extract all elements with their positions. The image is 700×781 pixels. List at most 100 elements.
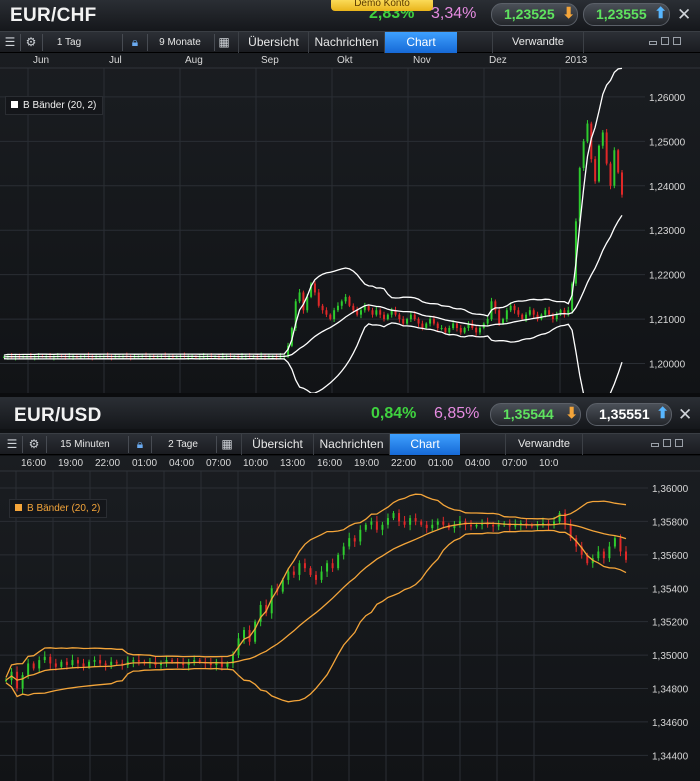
candle-body	[352, 305, 355, 311]
y-tick-label: 1,36000	[652, 484, 689, 495]
x-tick-label: 04:00	[465, 458, 490, 469]
close-icon[interactable]: ✕	[677, 5, 691, 25]
restore-icon[interactable]	[663, 439, 671, 447]
y-tick-label: 1,35800	[652, 517, 689, 528]
candle-body	[315, 574, 317, 580]
menu-icon[interactable]: ☰	[5, 437, 19, 451]
y-tick-label: 1,21000	[649, 315, 686, 326]
calendar-icon[interactable]: ▦	[220, 437, 234, 451]
candle-body	[49, 656, 52, 664]
related-button[interactable]: Verwandte	[492, 32, 584, 53]
candle-body	[442, 521, 445, 525]
calendar-icon[interactable]: ▦	[217, 35, 231, 49]
buy-price-button[interactable]: 1,23555 ⬆	[583, 3, 670, 26]
candle-body	[528, 310, 531, 315]
candle-body	[27, 663, 30, 676]
candle-body	[402, 319, 405, 324]
candle-body	[209, 663, 212, 666]
candle-body	[492, 524, 495, 527]
related-button[interactable]: Verwandte	[505, 434, 583, 455]
candle-body	[21, 675, 24, 689]
tab-chart[interactable]: Chart	[384, 32, 457, 53]
maximize-icon[interactable]	[673, 37, 681, 45]
sell-price-button[interactable]: 1,35544 ⬇	[490, 403, 581, 426]
gear-icon[interactable]: ⚙	[27, 437, 41, 451]
candle-body	[463, 328, 466, 333]
candle-body	[498, 310, 501, 324]
candle-body	[317, 292, 320, 306]
minimize-icon[interactable]	[651, 443, 659, 447]
candle-body	[137, 660, 140, 662]
candle-body	[586, 123, 589, 142]
minimize-icon[interactable]	[649, 41, 657, 45]
candle-body	[425, 524, 428, 529]
x-tick-label: 10:0	[539, 458, 559, 469]
tab-overview[interactable]: Übersicht	[238, 32, 308, 53]
interval-select[interactable]: 15 Minuten	[50, 434, 120, 455]
candle-body	[93, 660, 96, 662]
y-tick-label: 1,34400	[652, 751, 689, 762]
candle-body	[431, 524, 434, 529]
candle-body	[609, 163, 612, 186]
close-icon[interactable]: ✕	[678, 405, 692, 425]
candle-body	[413, 314, 416, 320]
candle-body	[398, 314, 401, 320]
instrument-title: EUR/USD	[14, 405, 102, 426]
candle-body	[88, 661, 91, 667]
candle-body	[375, 521, 378, 530]
x-tick-label: Sep	[261, 55, 279, 66]
candle-body	[548, 310, 551, 315]
x-tick-label: Jul	[109, 55, 122, 66]
buy-price-button[interactable]: 1,35551 ⬆	[586, 403, 672, 426]
maximize-icon[interactable]	[675, 439, 683, 447]
candle-body	[452, 323, 455, 328]
range-select[interactable]: 2 Tage	[153, 434, 213, 455]
legend-swatch	[15, 504, 22, 511]
arrow-down-icon: ⬇	[565, 405, 578, 422]
change-percent: 6,85%	[434, 405, 480, 422]
interval-select[interactable]: 1 Tag	[43, 32, 95, 53]
candle-body	[353, 538, 356, 542]
indicator-legend[interactable]: B Bänder (20, 2)	[5, 96, 104, 115]
sell-price-button[interactable]: 1,23525 ⬇	[491, 3, 578, 26]
candle-body	[558, 513, 561, 522]
tab-news[interactable]: Nachrichten	[313, 434, 389, 455]
candle-body	[448, 328, 451, 333]
candle-body	[429, 319, 432, 324]
candle-body	[364, 524, 367, 530]
price-chart[interactable]: Jun Jul Aug Sep Okt Nov Dez 2013 1,26000 1,25000 1…	[0, 53, 700, 393]
x-tick-label: 01:00	[428, 458, 453, 469]
tab-chart[interactable]: Chart	[389, 434, 460, 455]
x-tick-label: 04:00	[169, 458, 194, 469]
candle-body	[254, 621, 257, 642]
candle-body	[601, 132, 604, 146]
candle-body	[425, 323, 428, 328]
menu-icon[interactable]: ☰	[3, 35, 17, 49]
restore-icon[interactable]	[661, 37, 669, 45]
gear-icon[interactable]: ⚙	[24, 35, 38, 49]
indicator-legend[interactable]: B Bänder (20, 2)	[9, 499, 108, 518]
tab-news[interactable]: Nachrichten	[308, 32, 384, 53]
candle-body	[417, 319, 420, 324]
candle-body	[625, 551, 627, 560]
candle-body	[298, 563, 301, 575]
candle-body	[509, 305, 512, 311]
tab-overview[interactable]: Übersicht	[241, 434, 313, 455]
lock-icon[interactable]: 🔒︎	[128, 35, 142, 49]
candle-body	[517, 310, 520, 315]
lock-icon[interactable]: 🔒︎	[133, 437, 147, 451]
chart-background	[0, 53, 700, 393]
candle-body	[331, 563, 334, 569]
range-select[interactable]: 9 Monate	[150, 32, 210, 53]
candle-body	[617, 150, 620, 173]
candle-body	[71, 660, 74, 666]
candle-body	[621, 172, 623, 195]
candle-body	[110, 661, 113, 666]
candle-body	[386, 518, 389, 525]
y-tick-label: 1,34800	[652, 684, 689, 695]
candle-body	[440, 328, 443, 329]
candle-body	[309, 568, 312, 575]
candle-body	[99, 660, 102, 664]
candle-body	[292, 571, 295, 575]
candle-body	[333, 310, 336, 320]
